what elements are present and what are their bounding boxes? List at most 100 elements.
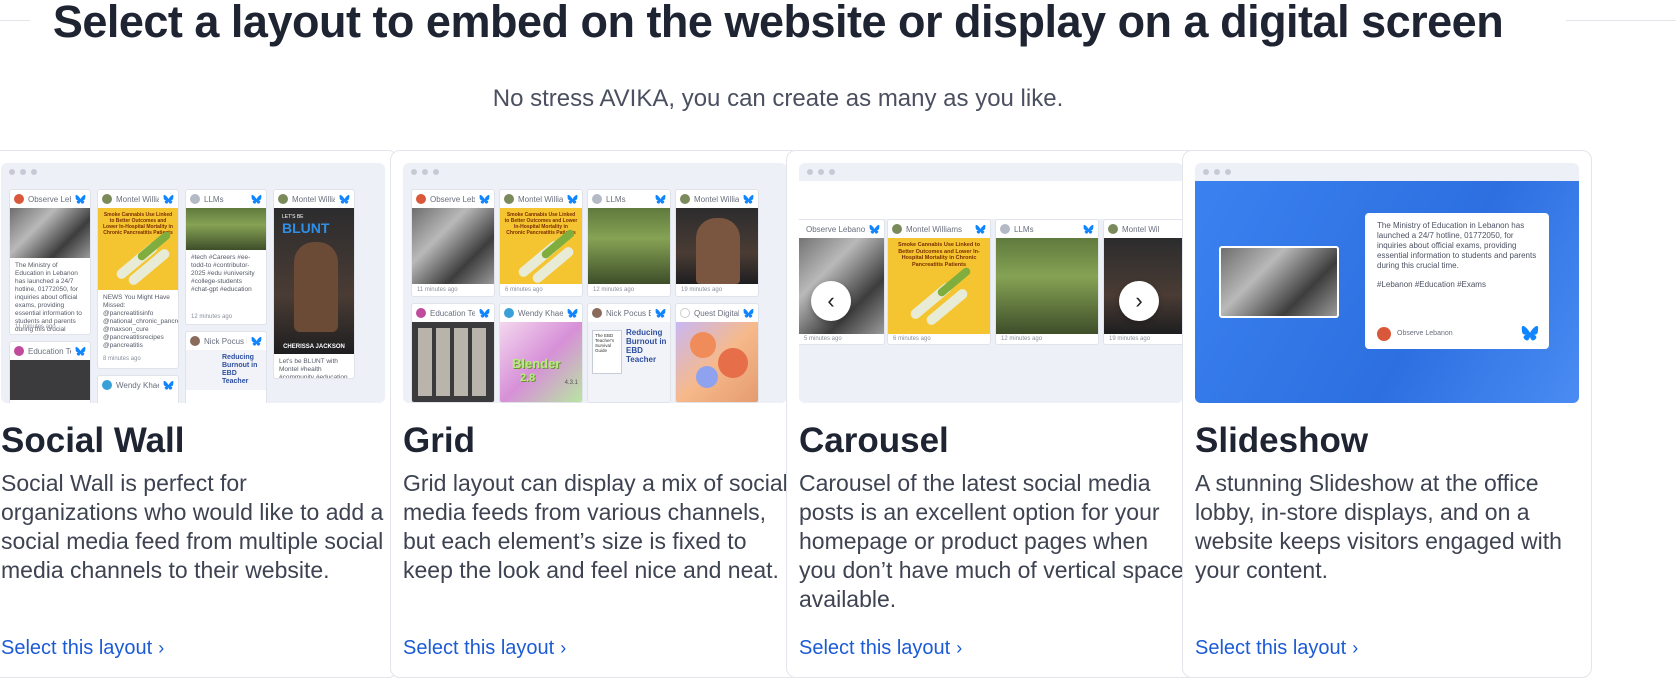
carousel-prev-button[interactable]: ‹ (811, 281, 851, 321)
post-image: The EBD Teacher's Survival Guide Reducin… (588, 322, 670, 402)
post-card: Montel Williams Smoke Cannabis Use Linke… (887, 219, 991, 345)
browser-dots (1203, 169, 1231, 175)
chevron-right-icon: › (1352, 638, 1359, 658)
avatar (1377, 326, 1391, 341)
bluesky-icon (655, 308, 666, 318)
bluesky-icon (479, 308, 490, 318)
bluesky-icon (1521, 326, 1539, 341)
bluesky-icon (479, 194, 490, 204)
post-image (412, 322, 494, 402)
post-image (996, 238, 1098, 334)
browser-dots (411, 169, 439, 175)
bluesky-icon (163, 380, 174, 390)
post-card: LLMs 12 minutes ago (587, 189, 671, 297)
avatar (680, 194, 690, 204)
avatar (190, 194, 200, 204)
avatar (592, 194, 602, 204)
select-layout-link-slideshow[interactable]: Select this layout › (1195, 637, 1358, 660)
post-card: Observe Lebanon 5 minutes ago (799, 219, 885, 345)
page-title: Select a layout to embed on the website … (52, 0, 1504, 47)
carousel-preview: Observe Lebanon 5 minutes ago Montel Wil… (799, 163, 1183, 403)
avatar (680, 308, 690, 318)
post-image (10, 360, 90, 400)
card-title: Slideshow (1195, 421, 1369, 460)
post-image: Smoke Cannabis Use Linked to Better Outc… (98, 208, 178, 290)
slideshow-preview: The Ministry of Education in Lebanon has… (1195, 163, 1579, 403)
post-card: Montel Willian LET'S BE BLUNT CHERISSA J… (273, 189, 355, 379)
bluesky-icon (251, 194, 262, 204)
bluesky-icon (1083, 224, 1094, 234)
bluesky-icon (75, 194, 86, 204)
post-card: Wendy Khaev Blender 2.8 4.3.1 (499, 303, 583, 403)
post-card: Observe Leba 11 minutes ago (411, 189, 495, 297)
avatar (190, 336, 200, 346)
bluesky-icon (975, 224, 986, 234)
layout-card-carousel[interactable]: Observe Lebanon 5 minutes ago Montel Wil… (786, 150, 1196, 678)
post-card: Nick Pocus E Reducing Burnout in EBD Tea… (185, 331, 267, 403)
post-card: Wendy Khaev (97, 375, 179, 403)
post-image (412, 208, 494, 284)
avatar (14, 194, 24, 204)
post-card: Nick Pocus E The EBD Teacher's Survival … (587, 303, 671, 403)
avatar (504, 194, 514, 204)
post-card: Quest Digital (675, 303, 759, 403)
layout-card-social-wall[interactable]: Observe Leba The Ministry of Education i… (0, 150, 398, 678)
carousel-next-button[interactable]: › (1119, 281, 1159, 321)
avatar (102, 380, 112, 390)
card-description: Grid layout can display a mix of social … (403, 470, 788, 583)
layout-cards: Observe Leba The Ministry of Education i… (0, 150, 1676, 680)
post-card: LLMs #tech #Careers #ee-todd-to #contrib… (185, 189, 267, 325)
post-image: Reducing Burnout in EBD Teacher (186, 350, 266, 390)
post-image (186, 208, 266, 250)
layout-card-grid[interactable]: Observe Leba 11 minutes ago Montel Willi… (390, 150, 800, 678)
social-wall-preview: Observe Leba The Ministry of Education i… (1, 163, 385, 403)
post-image (588, 208, 670, 284)
bluesky-icon (743, 308, 754, 318)
post-image: Blender 2.8 4.3.1 (500, 322, 582, 402)
chevron-right-icon: › (956, 638, 963, 658)
bluesky-icon (655, 194, 666, 204)
avatar (592, 308, 602, 318)
post-image: Smoke Cannabis Use Linked to Better Outc… (500, 208, 582, 285)
avatar (102, 194, 112, 204)
post-image (676, 322, 758, 402)
post-image (10, 208, 90, 258)
bluesky-icon (339, 194, 350, 204)
bluesky-icon (75, 346, 86, 356)
post-card: Observe Leba The Ministry of Education i… (9, 189, 91, 335)
avatar (1000, 224, 1010, 234)
bluesky-icon (567, 308, 578, 318)
select-layout-link-carousel[interactable]: Select this layout › (799, 637, 962, 660)
layout-card-slideshow[interactable]: The Ministry of Education in Lebanon has… (1182, 150, 1592, 678)
post-card: Education Tec (9, 341, 91, 403)
bluesky-icon (251, 336, 262, 346)
bluesky-icon (163, 194, 174, 204)
slide-post-card: The Ministry of Education in Lebanon has… (1365, 213, 1549, 349)
post-card: LLMs 12 minutes ago (995, 219, 1099, 345)
post-image: LET'S BE BLUNT CHERISSA JACKSON (274, 208, 354, 354)
post-image: Smoke Cannabis Use Linked to Better Outc… (888, 238, 990, 334)
bluesky-icon (743, 194, 754, 204)
card-description: A stunning Slideshow at the office lobby… (1195, 470, 1562, 583)
card-title: Carousel (799, 421, 949, 460)
avatar (1108, 224, 1118, 234)
post-card: Education Tec (411, 303, 495, 403)
avatar (892, 224, 902, 234)
browser-dots (9, 169, 37, 175)
card-title: Social Wall (1, 421, 185, 460)
chevron-right-icon: › (1135, 288, 1143, 313)
select-layout-link-social-wall[interactable]: Select this layout › (1, 637, 164, 660)
post-image (676, 208, 758, 284)
browser-dots (807, 169, 835, 175)
avatar (504, 308, 514, 318)
avatar (416, 308, 426, 318)
bluesky-icon (567, 194, 578, 204)
chevron-right-icon: › (158, 638, 165, 658)
avatar (416, 194, 426, 204)
bluesky-icon (869, 224, 880, 234)
card-title: Grid (403, 421, 475, 460)
slide-image (1219, 246, 1339, 318)
card-description: Carousel of the latest social media post… (799, 470, 1184, 612)
post-card: Montel Willian 19 minutes ago (675, 189, 759, 297)
select-layout-link-grid[interactable]: Select this layout › (403, 637, 566, 660)
